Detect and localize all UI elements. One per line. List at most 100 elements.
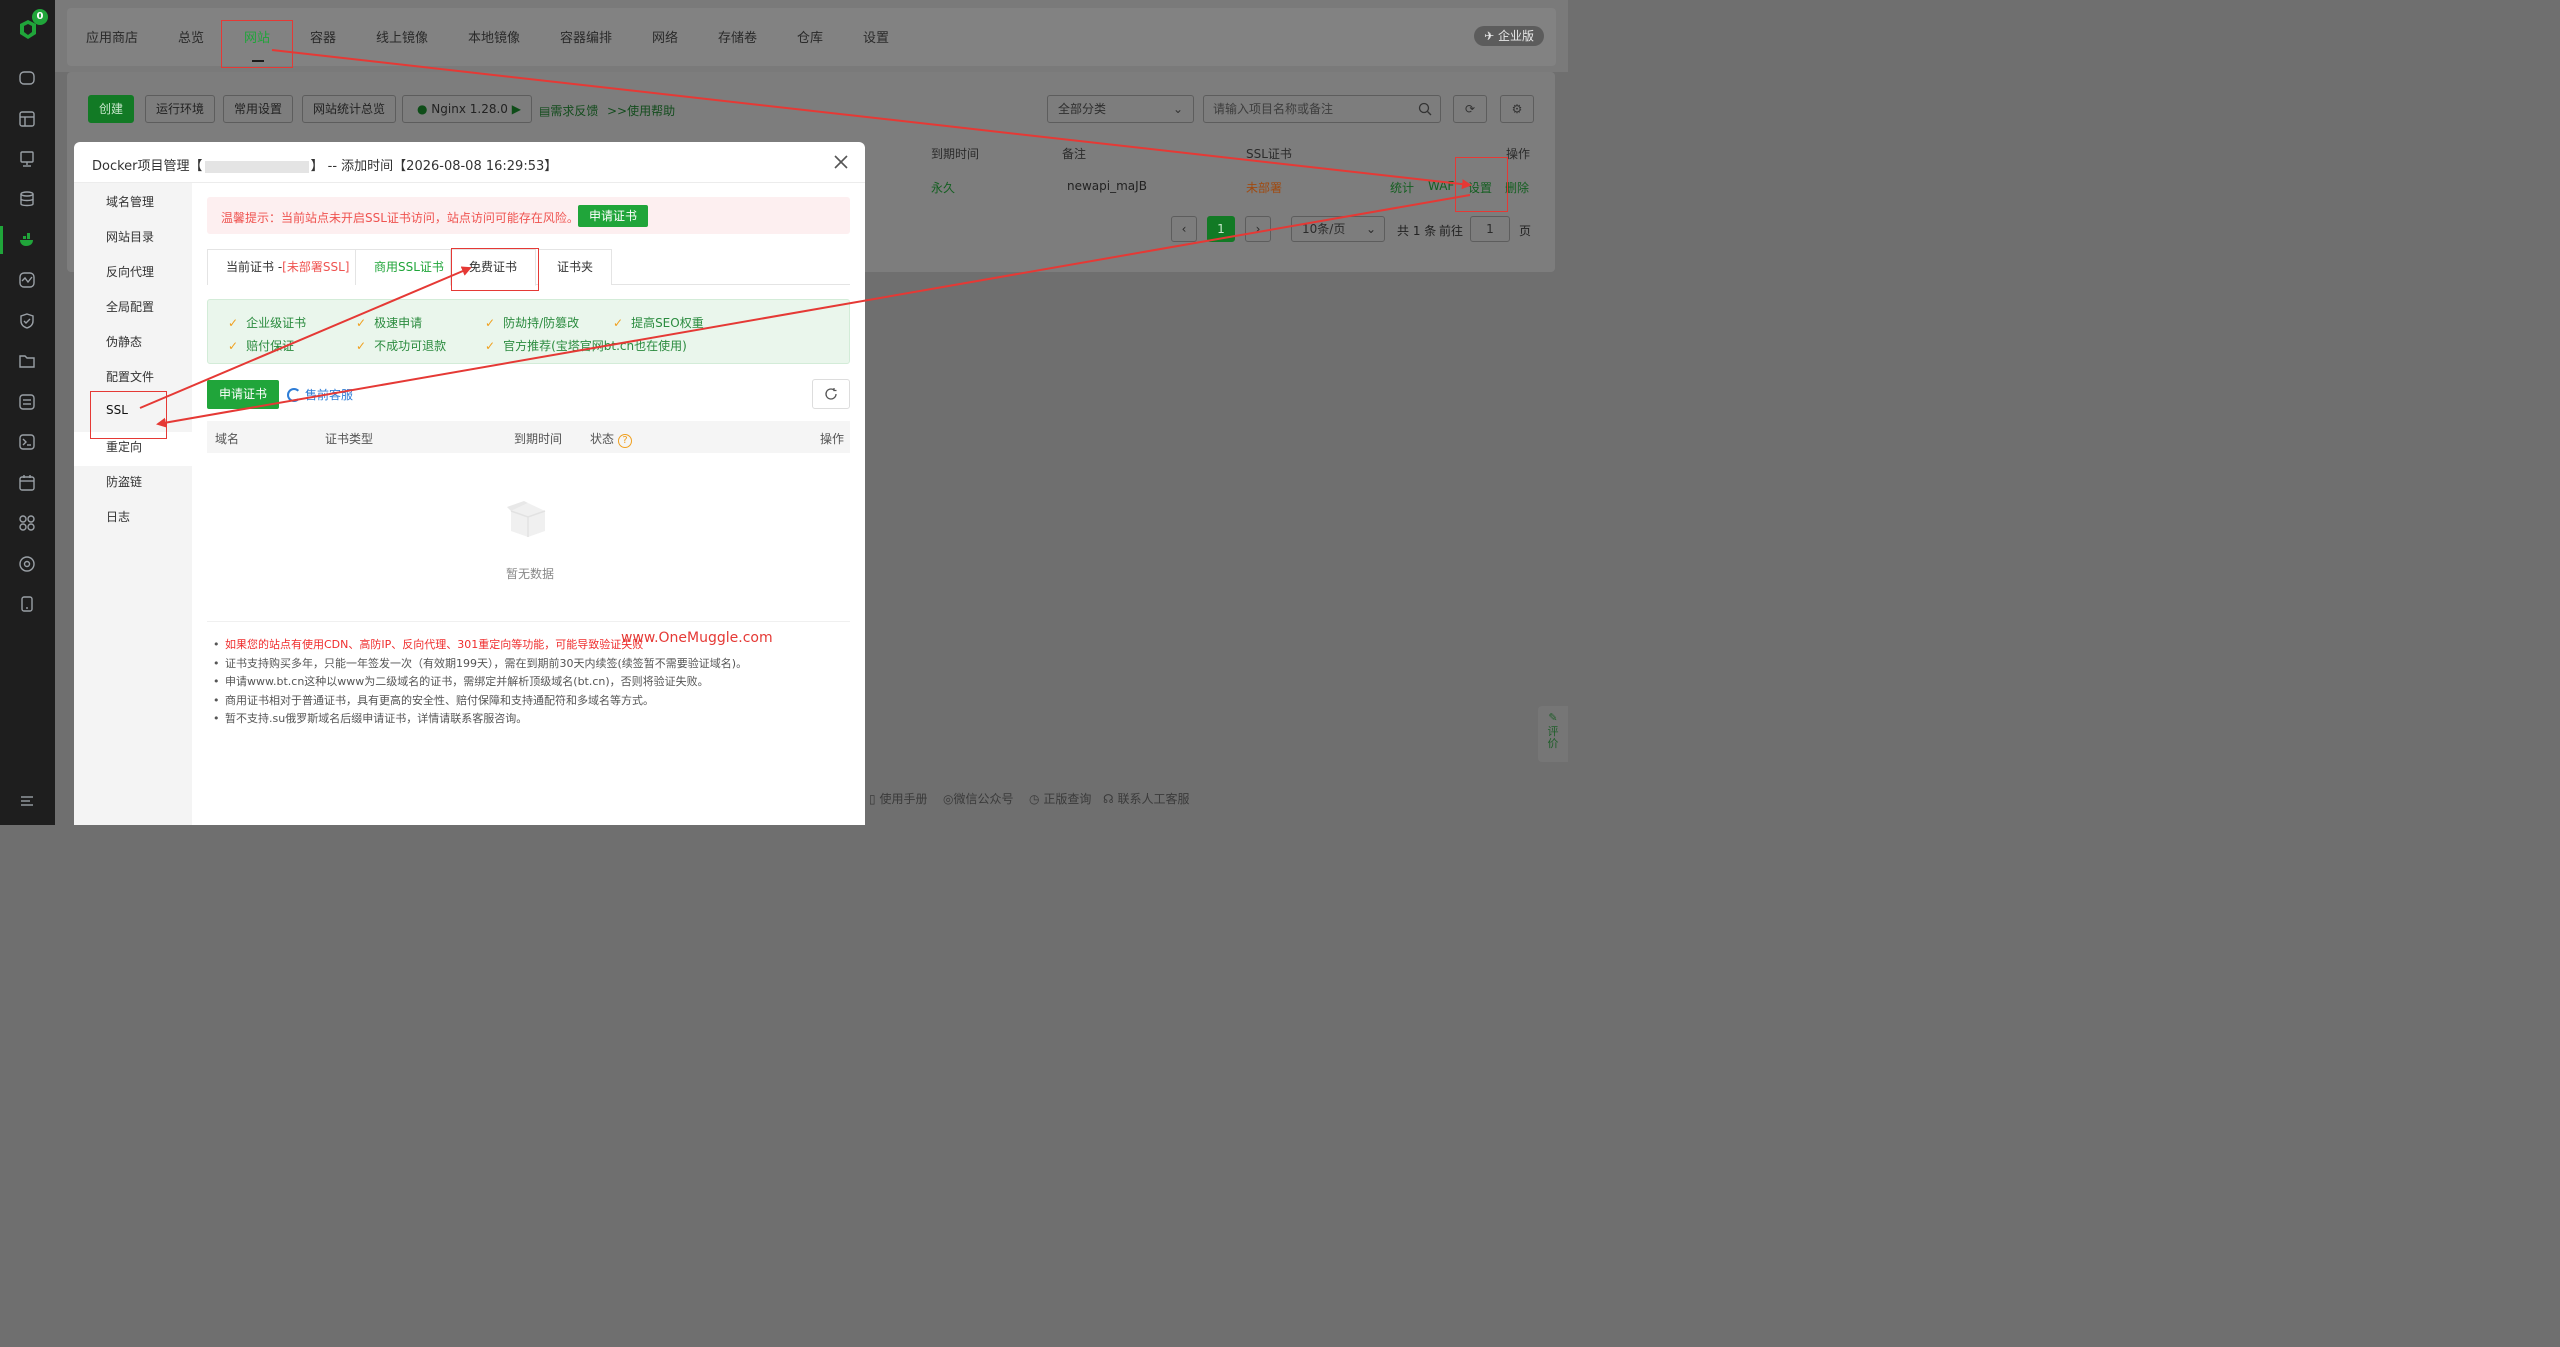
feature-item: 官方推荐(宝塔官网bt.cn也在使用) — [485, 337, 687, 354]
search-box — [1203, 95, 1441, 123]
tab-settings[interactable]: 设置 — [863, 27, 889, 46]
nginx-button[interactable]: ● Nginx 1.28.0 ▶ — [402, 95, 532, 123]
tab-compose[interactable]: 容器编排 — [560, 27, 612, 46]
wechat-link[interactable]: ◎微信公众号 — [943, 790, 1014, 807]
refresh-cert-button[interactable] — [812, 379, 850, 409]
chevron-down-icon: ⌄ — [1172, 102, 1183, 116]
search-icon[interactable] — [1418, 102, 1432, 116]
refresh-icon — [825, 388, 837, 400]
menu-rewrite[interactable]: 伪静态 — [106, 333, 142, 350]
row-stats-link[interactable]: 统计 — [1390, 179, 1414, 196]
feedback-link[interactable]: ▤需求反馈 — [539, 102, 598, 119]
menu-reverse-proxy[interactable]: 反向代理 — [106, 263, 154, 280]
tab-commercial-ssl[interactable]: 商用SSL证书 — [355, 249, 463, 285]
col-domain: 域名 — [215, 432, 240, 446]
menu-domain[interactable]: 域名管理 — [106, 193, 154, 210]
row-delete-link[interactable]: 删除 — [1505, 179, 1529, 196]
monitor-icon[interactable] — [17, 149, 37, 169]
review-label: 评价 — [1547, 725, 1559, 750]
runtime-button[interactable]: 运行环境 — [145, 95, 216, 123]
apply-cert-button[interactable]: 申请证书 — [207, 380, 280, 409]
tab-registry[interactable]: 仓库 — [797, 27, 823, 46]
chat-icon — [287, 388, 301, 402]
menu-config-file[interactable]: 配置文件 — [106, 368, 154, 385]
manual-link[interactable]: ▯ 使用手册 — [869, 790, 927, 807]
menu-icon[interactable] — [17, 791, 37, 811]
play-icon: ▶ — [507, 102, 521, 116]
presales-link[interactable]: 售前客服 — [287, 386, 353, 403]
cert-table-header: 域名 证书类型 到期时间 状态? 操作 — [207, 421, 850, 453]
row-expire: 永久 — [931, 181, 956, 195]
close-icon[interactable] — [833, 154, 849, 170]
row-remark[interactable]: newapi_maJB — [1067, 179, 1147, 193]
note-item: 商用证书相对于普通证书，具有更高的安全性、赔付保障和支持通配符和多域名等方式。 — [213, 692, 747, 711]
log-icon[interactable] — [17, 392, 37, 412]
review-button[interactable]: ✎ 评价 — [1538, 706, 1568, 762]
database-icon[interactable] — [17, 189, 37, 209]
book-icon: ▯ — [869, 792, 876, 806]
terminal-icon[interactable] — [17, 432, 37, 452]
col-expire: 到期时间 — [931, 147, 980, 161]
tab-app-store[interactable]: 应用商店 — [86, 27, 138, 46]
notification-badge[interactable]: 0 — [32, 9, 48, 25]
warning-text: 温馨提示：当前站点未开启SSL证书访问，站点访问可能存在风险。 — [221, 211, 579, 225]
mobile-icon[interactable] — [17, 594, 37, 614]
annotation-box-website-tab — [221, 20, 293, 68]
home-icon[interactable] — [17, 68, 37, 88]
prev-page-button[interactable]: ‹ — [1171, 216, 1197, 242]
docker-icon[interactable] — [17, 230, 37, 250]
search-input[interactable] — [1204, 96, 1404, 122]
feature-item: 极速申请 — [356, 314, 422, 331]
calendar-icon[interactable] — [17, 473, 37, 493]
menu-hotlink[interactable]: 防盗链 — [106, 473, 142, 490]
tab-cert-folder[interactable]: 证书夹 — [538, 249, 613, 285]
tab-volume[interactable]: 存储卷 — [718, 27, 757, 46]
verify-link[interactable]: ◷ 正版查询 — [1029, 790, 1091, 807]
feedback-label: 需求反馈 — [550, 104, 599, 118]
refresh-icon: ⟳ — [1464, 102, 1476, 116]
page-1-button[interactable]: 1 — [1207, 216, 1235, 242]
feature-item: 不成功可退款 — [356, 337, 446, 354]
folder-icon[interactable] — [17, 351, 37, 371]
next-page-button[interactable]: › — [1245, 216, 1271, 242]
sidebar-active-indicator — [0, 226, 3, 254]
tab-network[interactable]: 网络 — [652, 27, 678, 46]
menu-site-dir[interactable]: 网站目录 — [106, 228, 154, 245]
tab-overview[interactable]: 总览 — [178, 27, 204, 46]
annotation-box-ssl — [90, 391, 167, 439]
help-link[interactable]: >>使用帮助 — [607, 102, 675, 119]
modal-title: Docker项目管理【 】 -- 添加时间【2026-08-08 16:29:53… — [92, 155, 557, 174]
warning-apply-button[interactable]: 申请证书 — [578, 205, 649, 227]
menu-log[interactable]: 日志 — [106, 508, 130, 525]
enterprise-badge[interactable]: ✈ 企业版 — [1474, 26, 1544, 46]
service-link[interactable]: ☊ 联系人工客服 — [1103, 790, 1190, 807]
docker-project-modal: Docker项目管理【 】 -- 添加时间【2026-08-08 16:29:53… — [74, 142, 865, 825]
settings-circle-icon[interactable] — [17, 554, 37, 574]
create-button[interactable]: 创建 — [88, 95, 135, 123]
category-select[interactable]: 全部分类 ⌄ — [1047, 95, 1194, 123]
help-icon[interactable]: ? — [618, 434, 633, 448]
goto-input[interactable]: 1 — [1470, 216, 1510, 242]
apps-icon[interactable] — [17, 513, 37, 533]
chevron-down-icon: ⌄ — [1365, 222, 1376, 236]
feature-item: 防劫持/防篡改 — [485, 314, 579, 331]
shield-icon[interactable] — [17, 311, 37, 331]
watermark: www.OneMuggle.com — [621, 630, 773, 646]
col-cert-expire: 到期时间 — [514, 432, 563, 446]
layout-icon[interactable] — [17, 109, 37, 129]
page-size-select[interactable]: 10条/页 ⌄ — [1291, 216, 1385, 242]
refresh-list-button[interactable]: ⟳ — [1453, 95, 1487, 123]
tab-container[interactable]: 容器 — [310, 27, 336, 46]
row-waf-link[interactable]: WAF — [1428, 179, 1454, 193]
tab-online-image[interactable]: 线上镜像 — [376, 27, 428, 46]
tab-local-image[interactable]: 本地镜像 — [468, 27, 520, 46]
ssl-warning: 温馨提示：当前站点未开启SSL证书访问，站点访问可能存在风险。 申请证书 — [207, 197, 850, 234]
activity-icon[interactable] — [17, 270, 37, 290]
tab-current-cert[interactable]: 当前证书 -[未部署SSL] — [207, 249, 369, 285]
site-stats-button[interactable]: 网站统计总览 — [302, 95, 397, 123]
row-ssl-status[interactable]: 未部署 — [1246, 179, 1282, 196]
menu-global-config[interactable]: 全局配置 — [106, 298, 154, 315]
menu-redirect[interactable]: 重定向 — [106, 438, 142, 455]
common-settings-button[interactable]: 常用设置 — [223, 95, 294, 123]
list-settings-button[interactable]: ⚙ — [1500, 95, 1534, 123]
